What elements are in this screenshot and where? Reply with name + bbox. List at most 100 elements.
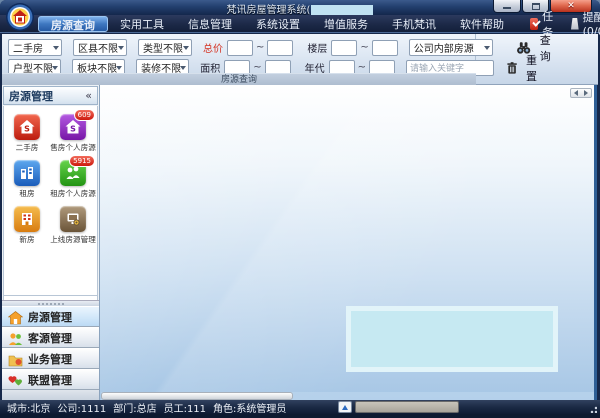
shortcut-sale-personal-listings[interactable]: S 609 售房个人房源: [49, 114, 97, 153]
folder-icon: [8, 352, 23, 366]
status-bar: 城市:北京 公司:1111 部门:总店 员工:111 角色:系统管理员: [0, 400, 600, 414]
sidebar-footer: [2, 390, 99, 400]
status-department: 部门:总店: [113, 400, 156, 415]
status-redaction-box: [355, 401, 459, 413]
badge-count: 609: [74, 109, 95, 121]
bottom-window-border: [0, 414, 600, 418]
svg-text:S: S: [70, 125, 76, 134]
company-source-value: 公司内部房源: [414, 40, 474, 55]
shortcut-label: 上线房源管理: [50, 234, 96, 244]
sidebar: 房源管理 « S 二手房 S 609 售房个人房源: [2, 85, 100, 400]
dropdown-arrow-icon: [116, 66, 122, 70]
sale-personal-icon: S 609: [60, 114, 86, 140]
category-value: 二手房: [13, 40, 43, 55]
accordion-business-management[interactable]: 业务管理: [2, 348, 99, 369]
price-min-input[interactable]: [227, 40, 253, 56]
scroll-left-icon: [574, 90, 578, 96]
dropdown-arrow-icon: [180, 66, 186, 70]
scroll-right-icon: [584, 90, 588, 96]
status-company: 公司:1111: [57, 400, 106, 415]
content-area: [101, 85, 594, 400]
dropdown-arrow-icon: [118, 46, 124, 50]
menu-bar: 房源查询 实用工具 信息管理 系统设置 增值服务 手机梵讯 软件帮助 任务 提醒…: [0, 15, 600, 33]
shortcut-rent-personal-listings[interactable]: 5915 租房个人房源: [49, 160, 97, 199]
tilde-separator: ~: [360, 42, 368, 53]
floor-label: 楼层: [307, 40, 327, 55]
minimize-icon: [503, 7, 511, 9]
dropdown-arrow-icon: [53, 46, 59, 50]
tab-utilities[interactable]: 实用工具: [108, 16, 176, 32]
reminder-icon: [571, 18, 579, 30]
right-window-border: [594, 85, 597, 400]
tab-info-management[interactable]: 信息管理: [176, 16, 244, 32]
dropdown-arrow-icon: [484, 46, 490, 50]
shortcut-label: 租房个人房源: [50, 188, 96, 198]
badge-count: 5915: [69, 155, 95, 167]
sidebar-title: 房源管理: [9, 88, 85, 104]
menu-tabs: 房源查询 实用工具 信息管理 系统设置 增值服务 手机梵讯 软件帮助: [38, 15, 516, 32]
shortcut-label: 新房: [19, 234, 34, 244]
status-role: 角色:系统管理员: [213, 400, 286, 415]
property-search-group: 二手房 区县不限 类型不限 总价 ~ 楼层 ~: [2, 34, 476, 85]
people-icon: [8, 331, 23, 345]
tab-value-added-services[interactable]: 增值服务: [312, 16, 380, 32]
title-bar: 梵讯房屋管理系统( ✕: [0, 0, 600, 15]
accordion-label: 房源管理: [28, 309, 72, 325]
district-dropdown[interactable]: 区县不限: [73, 39, 127, 56]
shortcut-secondhand-house[interactable]: S 二手房: [4, 114, 49, 153]
accordion-label: 客源管理: [28, 330, 72, 346]
tab-property-search[interactable]: 房源查询: [38, 16, 108, 32]
shortcut-new-house[interactable]: 新房: [4, 206, 49, 245]
reset-button-label: 重置: [521, 52, 542, 84]
secondhand-house-icon: S: [14, 114, 40, 140]
task-check-icon: [530, 18, 538, 30]
shortcut-label: 租房: [19, 188, 34, 198]
type-value: 类型不限: [143, 40, 183, 55]
category-dropdown[interactable]: 二手房: [8, 39, 62, 56]
online-listing-icon: [60, 206, 86, 232]
status-employee: 员工:111: [164, 400, 206, 415]
tab-system-settings[interactable]: 系统设置: [244, 16, 312, 32]
accordion-customer-management[interactable]: 客源管理: [2, 327, 99, 348]
shortcut-online-listing-management[interactable]: 上线房源管理: [49, 206, 97, 245]
main-area: 房源管理 « S 二手房 S 609 售房个人房源: [2, 85, 597, 400]
trash-icon: [506, 61, 518, 75]
hearts-icon: [8, 373, 23, 387]
accordion-alliance-management[interactable]: 联盟管理: [2, 369, 99, 390]
accordion-label: 业务管理: [28, 351, 72, 367]
floor-max-input[interactable]: [372, 40, 398, 56]
tilde-separator: ~: [253, 62, 261, 73]
price-label: 总价: [203, 40, 223, 55]
company-source-dropdown[interactable]: 公司内部房源: [409, 39, 494, 56]
app-logo-icon[interactable]: [5, 2, 35, 32]
accordion-property-management[interactable]: 房源管理: [2, 306, 99, 327]
district-value: 区县不限: [78, 40, 118, 55]
tab-software-help[interactable]: 软件帮助: [448, 16, 516, 32]
shortcut-label: 二手房: [15, 142, 38, 152]
rental-house-icon: [14, 160, 40, 186]
dropdown-arrow-icon: [52, 66, 58, 70]
tab-scroll-buttons[interactable]: [570, 88, 592, 98]
new-house-icon: [14, 206, 40, 232]
rent-personal-icon: 5915: [60, 160, 86, 186]
title-redaction: [311, 5, 373, 16]
ribbon-panel: 二手房 区县不限 类型不限 总价 ~ 楼层 ~: [2, 34, 598, 85]
tilde-separator: ~: [358, 62, 366, 73]
resize-grip[interactable]: [588, 404, 597, 413]
tilde-separator: ~: [256, 42, 264, 53]
status-up-arrow-button[interactable]: [338, 401, 352, 413]
collapse-sidebar-button[interactable]: «: [85, 89, 92, 102]
sidebar-header: 房源管理 «: [3, 86, 98, 105]
shortcut-label: 售房个人房源: [50, 142, 96, 152]
tab-mobile-fanxun[interactable]: 手机梵讯: [380, 16, 448, 32]
watermark-redaction: [346, 306, 558, 372]
house-icon: [8, 310, 23, 324]
price-max-input[interactable]: [267, 40, 293, 56]
status-city: 城市:北京: [7, 400, 50, 415]
reset-button[interactable]: 重置: [506, 52, 542, 84]
type-dropdown[interactable]: 类型不限: [138, 39, 192, 56]
ribbon-group-label: 房源查询: [2, 73, 476, 85]
accordion-label: 联盟管理: [28, 372, 72, 388]
floor-min-input[interactable]: [331, 40, 357, 56]
shortcut-rental-house[interactable]: 租房: [4, 160, 49, 199]
